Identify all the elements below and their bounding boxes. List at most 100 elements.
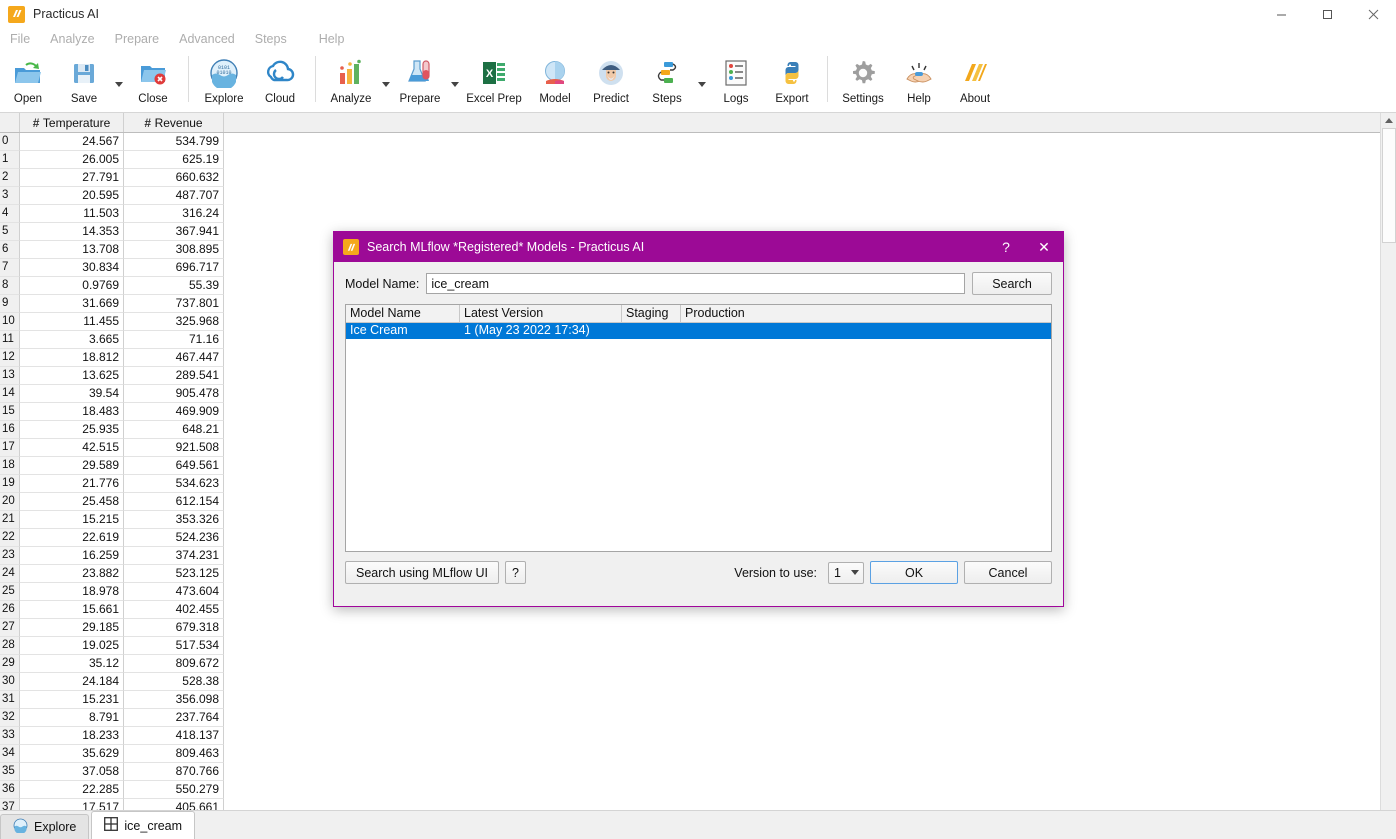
cell-revenue[interactable]: 648.21 — [124, 421, 224, 439]
toolbar-steps-dropdown[interactable] — [695, 52, 708, 110]
scrollbar-thumb[interactable] — [1382, 128, 1396, 243]
table-row[interactable]: 3622.285550.279 — [0, 781, 1396, 799]
table-row[interactable]: 328.791237.764 — [0, 709, 1396, 727]
vertical-scrollbar[interactable] — [1380, 113, 1396, 811]
cell-revenue[interactable]: 473.604 — [124, 583, 224, 601]
row-number[interactable]: 29 — [0, 655, 20, 673]
toolbar-settings-button[interactable]: Settings — [835, 52, 891, 110]
table-row[interactable]: 024.567534.799 — [0, 133, 1396, 151]
ok-button[interactable]: OK — [870, 561, 958, 584]
cell-revenue[interactable]: 356.098 — [124, 691, 224, 709]
cell-temperature[interactable]: 18.233 — [20, 727, 124, 745]
table-row[interactable]: 2729.185679.318 — [0, 619, 1396, 637]
table-row[interactable]: 227.791660.632 — [0, 169, 1396, 187]
cell-temperature[interactable]: 37.058 — [20, 763, 124, 781]
toolbar-prepare-dropdown[interactable] — [448, 52, 461, 110]
cell-temperature[interactable]: 23.882 — [20, 565, 124, 583]
cell-temperature[interactable]: 18.483 — [20, 403, 124, 421]
results-column-staging[interactable]: Staging — [622, 305, 681, 322]
cell-revenue[interactable]: 402.455 — [124, 601, 224, 619]
cell-temperature[interactable]: 39.54 — [20, 385, 124, 403]
cell-revenue[interactable]: 353.326 — [124, 511, 224, 529]
row-number[interactable]: 28 — [0, 637, 20, 655]
cell-temperature[interactable]: 18.812 — [20, 349, 124, 367]
row-number[interactable]: 35 — [0, 763, 20, 781]
cell-revenue[interactable]: 308.895 — [124, 241, 224, 259]
cell-temperature[interactable]: 25.935 — [20, 421, 124, 439]
cell-temperature[interactable]: 29.185 — [20, 619, 124, 637]
row-number[interactable]: 2 — [0, 169, 20, 187]
table-row[interactable]: 3115.231356.098 — [0, 691, 1396, 709]
toolbar-steps-button[interactable]: Steps — [639, 52, 695, 110]
row-number[interactable]: 20 — [0, 493, 20, 511]
toolbar-export-button[interactable]: Export — [764, 52, 820, 110]
cell-revenue[interactable]: 524.236 — [124, 529, 224, 547]
cell-revenue[interactable]: 809.463 — [124, 745, 224, 763]
row-number[interactable]: 7 — [0, 259, 20, 277]
cell-temperature[interactable]: 11.503 — [20, 205, 124, 223]
cell-temperature[interactable]: 15.661 — [20, 601, 124, 619]
cell-temperature[interactable]: 13.708 — [20, 241, 124, 259]
cell-revenue[interactable]: 467.447 — [124, 349, 224, 367]
toolbar-model-button[interactable]: Model — [527, 52, 583, 110]
menu-advanced[interactable]: Advanced — [169, 28, 245, 50]
toolbar-save-dropdown[interactable] — [112, 52, 125, 110]
footer-help-button[interactable]: ? — [505, 561, 526, 584]
cell-revenue[interactable]: 289.541 — [124, 367, 224, 385]
table-row[interactable]: 3024.184528.38 — [0, 673, 1396, 691]
cell-temperature[interactable]: 22.619 — [20, 529, 124, 547]
cell-temperature[interactable]: 42.515 — [20, 439, 124, 457]
cell-temperature[interactable]: 21.776 — [20, 475, 124, 493]
cell-revenue[interactable]: 696.717 — [124, 259, 224, 277]
results-column-production[interactable]: Production — [681, 305, 1051, 322]
cell-temperature[interactable]: 27.791 — [20, 169, 124, 187]
cell-revenue[interactable]: 679.318 — [124, 619, 224, 637]
model-name-input[interactable] — [426, 273, 965, 294]
table-row[interactable]: 3318.233418.137 — [0, 727, 1396, 745]
cell-temperature[interactable]: 13.625 — [20, 367, 124, 385]
menu-steps[interactable]: Steps — [245, 28, 297, 50]
toolbar-analyze-dropdown[interactable] — [379, 52, 392, 110]
row-number[interactable]: 21 — [0, 511, 20, 529]
toolbar-open-button[interactable]: Open — [0, 52, 56, 110]
row-number[interactable]: 22 — [0, 529, 20, 547]
results-row-selected[interactable]: Ice Cream Revenue 1 (May 23 2022 17:34) — [346, 323, 1051, 339]
table-row[interactable]: 2819.025517.534 — [0, 637, 1396, 655]
maximize-icon[interactable] — [1304, 0, 1350, 28]
row-number[interactable]: 13 — [0, 367, 20, 385]
row-number[interactable]: 0 — [0, 133, 20, 151]
results-column-latest-version[interactable]: Latest Version — [460, 305, 622, 322]
cell-revenue[interactable]: 528.38 — [124, 673, 224, 691]
row-number[interactable]: 12 — [0, 349, 20, 367]
cell-revenue[interactable]: 71.16 — [124, 331, 224, 349]
toolbar-predict-button[interactable]: Predict — [583, 52, 639, 110]
cell-revenue[interactable]: 737.801 — [124, 295, 224, 313]
cell-revenue[interactable]: 517.534 — [124, 637, 224, 655]
menu-help[interactable]: Help — [309, 28, 355, 50]
cell-revenue[interactable]: 921.508 — [124, 439, 224, 457]
cell-temperature[interactable]: 16.259 — [20, 547, 124, 565]
row-number[interactable]: 25 — [0, 583, 20, 601]
cell-revenue[interactable]: 316.24 — [124, 205, 224, 223]
table-row[interactable]: 3435.629809.463 — [0, 745, 1396, 763]
cell-temperature[interactable]: 24.184 — [20, 673, 124, 691]
toolbar-explore-button[interactable]: 0101 01010 Explore — [196, 52, 252, 110]
cell-revenue[interactable]: 487.707 — [124, 187, 224, 205]
cell-revenue[interactable]: 550.279 — [124, 781, 224, 799]
cell-temperature[interactable]: 29.589 — [20, 457, 124, 475]
row-number[interactable]: 27 — [0, 619, 20, 637]
row-number[interactable]: 4 — [0, 205, 20, 223]
cell-revenue[interactable]: 367.941 — [124, 223, 224, 241]
row-number[interactable]: 14 — [0, 385, 20, 403]
minimize-icon[interactable] — [1258, 0, 1304, 28]
search-using-mlflow-ui-button[interactable]: Search using MLflow UI — [345, 561, 499, 584]
row-number[interactable]: 16 — [0, 421, 20, 439]
row-number[interactable]: 5 — [0, 223, 20, 241]
cell-revenue[interactable]: 534.623 — [124, 475, 224, 493]
row-number[interactable]: 23 — [0, 547, 20, 565]
row-number[interactable]: 9 — [0, 295, 20, 313]
cell-temperature[interactable]: 0.9769 — [20, 277, 124, 295]
toolbar-about-button[interactable]: About — [947, 52, 1003, 110]
menu-file[interactable]: File — [0, 28, 40, 50]
toolbar-close-button[interactable]: Close — [125, 52, 181, 110]
